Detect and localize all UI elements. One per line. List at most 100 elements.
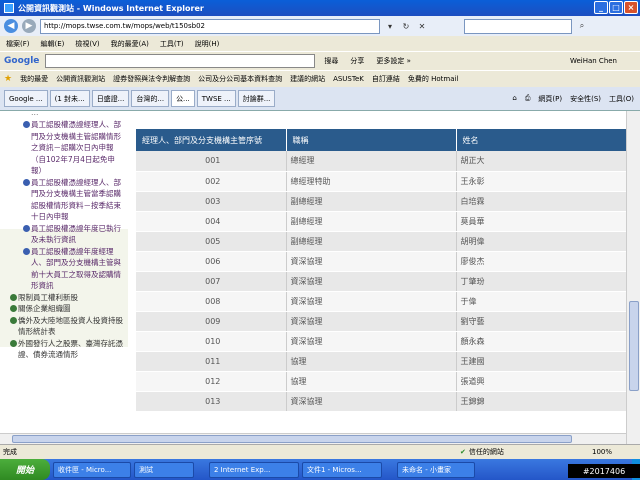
taskbar-item[interactable]: 收件匣 - Micro... [53, 461, 131, 478]
favorite-link[interactable]: 公開資訊觀測站 [56, 74, 105, 84]
serial-cell: 010 [136, 331, 287, 352]
menu-tools[interactable]: 工具(T) [160, 39, 184, 49]
header-name: 姓名 [456, 129, 626, 151]
minimize-button[interactable]: _ [594, 1, 608, 14]
managers-table: 經理人、部門及分支機構主管序號 職稱 姓名 001 總經理 胡正大 002 總經理特助王… [136, 129, 626, 412]
name-cell: 王永彰 [456, 171, 626, 192]
back-button[interactable]: ◀ [4, 19, 18, 33]
browser-tab[interactable]: (1 封未... [49, 90, 90, 107]
sidebar-top-item[interactable]: 關係企業組織圖 [0, 303, 128, 315]
serial-cell: 009 [136, 311, 287, 332]
menu-edit[interactable]: 編輯(E) [41, 39, 65, 49]
table-row: 006 資深協理 廖俊杰 [136, 251, 626, 272]
sidebar-item[interactable]: 員工認股權憑證年度已執行及未執行資訊 [0, 223, 128, 246]
scroll-thumb[interactable] [12, 435, 572, 443]
favorite-link[interactable]: 公司及分公司基本資料查詢 [198, 74, 282, 84]
browser-tab[interactable]: 討論群... [237, 90, 276, 107]
title-cell: 協理 [286, 371, 457, 392]
horizontal-scrollbar[interactable] [0, 433, 626, 444]
print-icon[interactable]: ⎙ [525, 94, 531, 104]
zoom-level[interactable]: 100% [592, 448, 612, 456]
page-menu[interactable]: 網頁(P) [538, 94, 562, 104]
table-row: 013 資深協理 王錦錦 [136, 391, 626, 412]
table-row: 007 資深協理 丁肇玢 [136, 271, 626, 292]
title-cell: 資深協理 [286, 391, 457, 412]
menu-view[interactable]: 檢視(V) [75, 39, 99, 49]
sidebar-top-item[interactable]: 限制員工權利新股 [0, 292, 128, 304]
tools-menu[interactable]: 工具(O) [609, 94, 634, 104]
serial-cell: 013 [136, 391, 287, 412]
table-row: 004 副總經理 莫員華 [136, 211, 626, 232]
sidebar-item[interactable]: 員工認股權憑證經理人、部門及分支機構主管認購情形之資訊－認購次日內申報（自102… [0, 119, 128, 177]
maximize-button[interactable]: □ [609, 1, 623, 14]
favorite-link[interactable]: 自訂連結 [372, 74, 400, 84]
start-button[interactable]: 開始 [0, 459, 50, 480]
close-button[interactable]: × [624, 1, 638, 14]
google-share-button[interactable]: 分享 [347, 55, 367, 67]
favorite-link[interactable]: 免費的 Hotmail [408, 74, 459, 84]
google-more-button[interactable]: 更多設定 » [373, 55, 414, 67]
bullet-icon [23, 178, 30, 186]
taskbar: 開始 收件匣 - Micro... 測試 2 Internet Exp... 文… [0, 459, 640, 480]
table-row: 002 總經理特助 王永彰 [136, 171, 626, 192]
refresh-icon[interactable]: ↻ [400, 20, 412, 32]
table-row: 012 協理 張道興 [136, 371, 626, 392]
menu-bar: 檔案(F) 編輯(E) 檢視(V) 我的最愛(A) 工具(T) 說明(H) [0, 36, 640, 51]
favorite-link[interactable]: ASUSTeK [333, 75, 364, 83]
google-search-button[interactable]: 搜尋 [321, 55, 341, 67]
taskbar-item[interactable]: 文件1 - Micros... [302, 461, 382, 478]
name-cell: 張道興 [456, 371, 626, 392]
taskbar-item[interactable]: 2 Internet Exp... [209, 461, 299, 478]
safety-menu[interactable]: 安全性(S) [570, 94, 601, 104]
sidebar-top-item[interactable]: 僑外及大陸地區投資人投資持股情形統計表 [0, 315, 128, 338]
stop-icon[interactable]: ✕ [416, 20, 428, 32]
browser-tab[interactable]: 日盛證... [91, 90, 130, 107]
security-zone: 信任的網站 [468, 448, 504, 456]
taskbar-item[interactable]: 未命名 - 小畫家 [397, 461, 475, 478]
sidebar-top-item[interactable]: 外國發行人之股票、臺灣存託憑證、債券流通情形 [0, 338, 128, 361]
search-input[interactable] [464, 18, 572, 34]
google-user[interactable]: WeiHan Chen [567, 56, 620, 66]
table-row: 005 副總經理 胡明偉 [136, 231, 626, 252]
favorites-button[interactable]: 我的最愛 [20, 74, 48, 84]
browser-tab[interactable]: 台灣的... [131, 90, 170, 107]
sidebar-item[interactable]: 員工認股權憑證經理人、部門及分支機構主管當季認購認股權情形資料－按季結束十日內申… [0, 177, 128, 223]
google-search-input[interactable] [45, 54, 316, 68]
google-toolbar: Google 搜尋 分享 更多設定 » WeiHan Chen [0, 51, 640, 70]
title-cell: 總經理特助 [286, 171, 457, 192]
title-cell: 總經理 [286, 151, 457, 172]
page-content: … 員工認股權憑證經理人、部門及分支機構主管認購情形之資訊－認購次日內申報（自1… [0, 111, 626, 444]
search-icon[interactable]: ⌕ [576, 20, 588, 32]
serial-cell: 006 [136, 251, 287, 272]
sidebar-item[interactable]: 員工認股權憑證年度經理人、部門及分支機構主管與前十大員工之取得及認購情形資訊 [0, 246, 128, 292]
name-cell: 丁肇玢 [456, 271, 626, 292]
favorite-link[interactable]: 建議的網站 [290, 74, 325, 84]
taskbar-item[interactable]: 測試 [134, 461, 194, 478]
address-toolbar: ◀ ▶ http://mops.twse.com.tw/mops/web/t15… [0, 16, 640, 36]
vertical-scrollbar[interactable] [626, 111, 640, 444]
title-cell: 資深協理 [286, 331, 457, 352]
status-text: 完成 [3, 448, 17, 456]
table-header-row: 經理人、部門及分支機構主管序號 職稱 姓名 [136, 129, 626, 151]
menu-help[interactable]: 說明(H) [195, 39, 220, 49]
name-cell: 莫員華 [456, 211, 626, 232]
home-icon[interactable]: ⌂ [512, 94, 516, 104]
browser-tab-active[interactable]: 公... [171, 90, 195, 107]
favorite-link[interactable]: 證券發照與法令判解查詢 [113, 74, 190, 84]
table-row: 003 副總經理 白培霖 [136, 191, 626, 212]
name-cell: 王錦錦 [456, 391, 626, 412]
address-input[interactable]: http://mops.twse.com.tw/mops/web/t150sb0… [40, 18, 380, 34]
browser-tab[interactable]: Google ... [4, 90, 48, 107]
menu-file[interactable]: 檔案(F) [6, 39, 30, 49]
forward-button[interactable]: ▶ [22, 19, 36, 33]
menu-favorites[interactable]: 我的最愛(A) [111, 39, 149, 49]
title-cell: 資深協理 [286, 291, 457, 312]
sidebar-item-partial[interactable]: … [0, 111, 128, 119]
scroll-thumb[interactable] [629, 301, 639, 391]
name-cell: 廖俊杰 [456, 251, 626, 272]
title-cell: 資深協理 [286, 251, 457, 272]
browser-tab[interactable]: TWSE ... [196, 90, 236, 107]
header-serial: 經理人、部門及分支機構主管序號 [136, 129, 287, 151]
dropdown-icon[interactable]: ▾ [384, 20, 396, 32]
name-cell: 王建國 [456, 351, 626, 372]
